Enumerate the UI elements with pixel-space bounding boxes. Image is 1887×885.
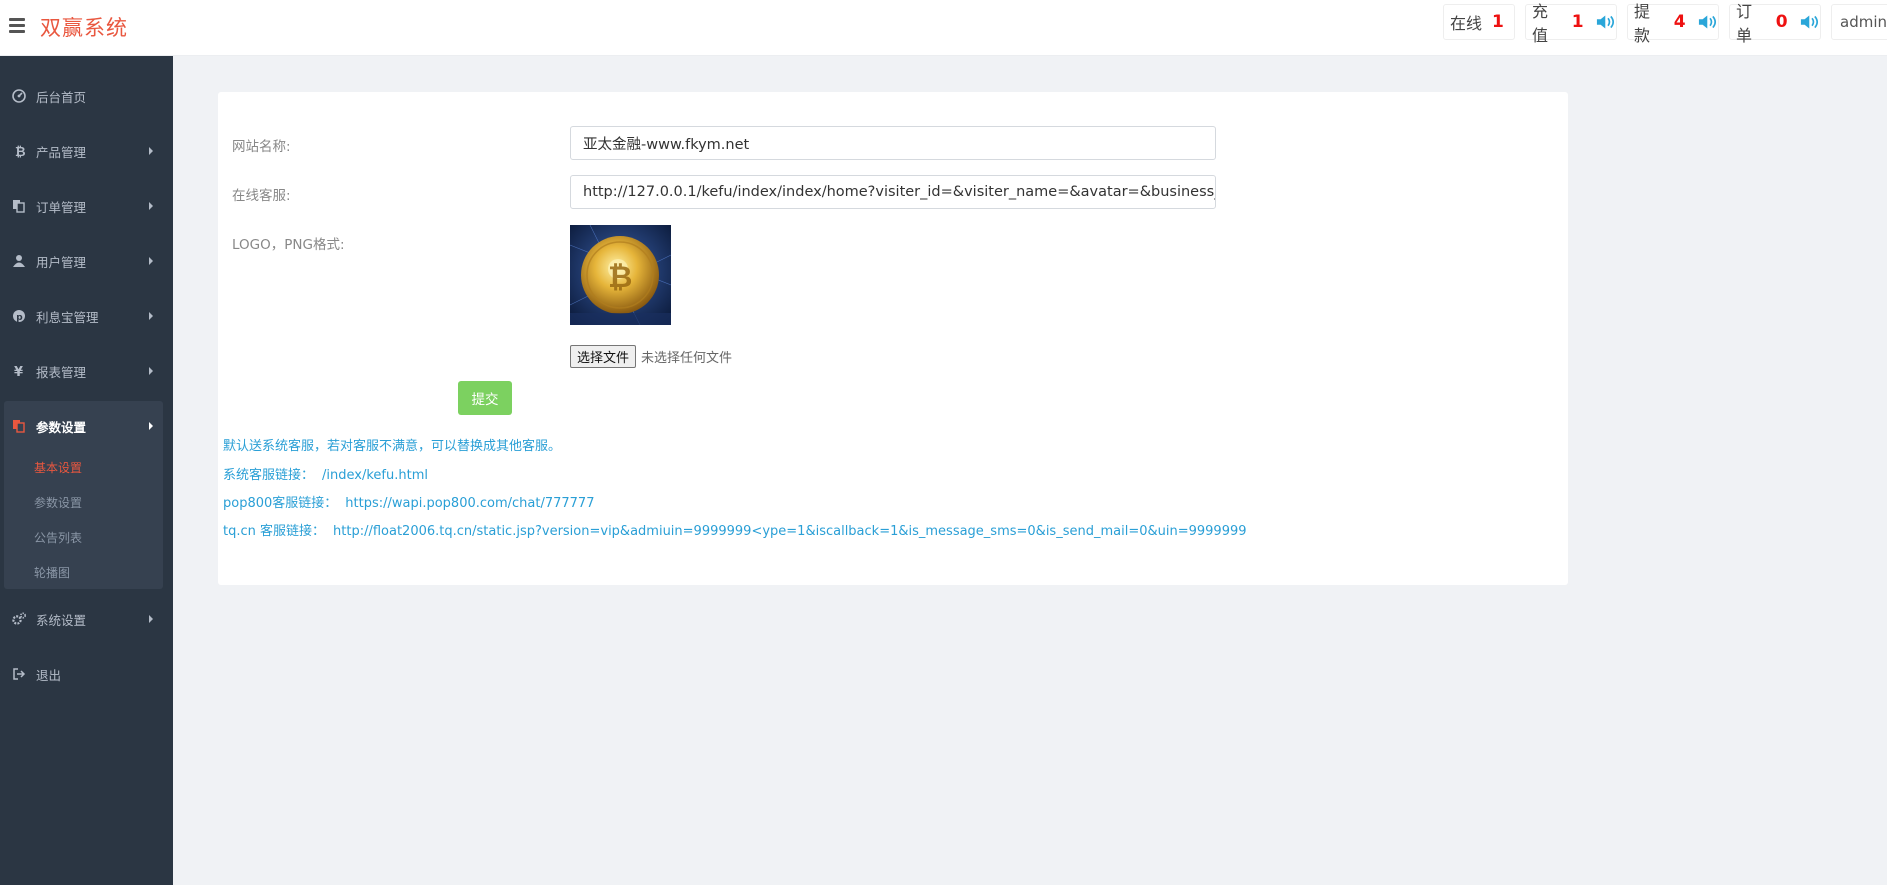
dashboard-icon — [12, 89, 26, 103]
caret-right-icon — [149, 257, 153, 265]
sidebar-item-label: 用户管理 — [36, 254, 87, 270]
pop800-label: pop800客服链接： — [223, 496, 338, 511]
sidebar-item-label: 退出 — [36, 667, 62, 683]
logo-label: LOGO，PNG格式: — [232, 237, 345, 253]
order-count: 0 — [1775, 12, 1788, 32]
bitcoin-icon: ₿ — [15, 145, 26, 158]
caret-right-icon — [149, 367, 153, 375]
site-name-value: 亚太金融-www.fkym.net — [583, 136, 750, 153]
sidebar-subitem-basic[interactable]: 基本设置 — [34, 459, 82, 476]
sidebar-item-label: 产品管理 — [36, 144, 87, 160]
sidebar-item-interest[interactable]: p 利息宝管理 — [0, 294, 173, 338]
caret-right-icon — [149, 202, 153, 210]
sidebar-item-logout[interactable]: 退出 — [0, 652, 173, 696]
user-menu[interactable]: admin ▼ — [1831, 4, 1887, 40]
speaker-icon[interactable] — [1698, 13, 1718, 31]
sidebar-subitem-params[interactable]: 参数设置 — [34, 494, 82, 511]
tqcn-label: tq.cn 客服链接： — [223, 524, 326, 539]
site-name-input[interactable]: 亚太金融-www.fkym.net — [570, 126, 1216, 160]
pop800-link[interactable]: https://wapi.pop800.com/chat/777777 — [345, 496, 594, 511]
sidebar-item-label: 利息宝管理 — [36, 309, 99, 325]
no-file-text: 未选择任何文件 — [641, 351, 733, 366]
pop800-note: pop800客服链接： https://wapi.pop800.com/chat/… — [223, 492, 594, 511]
logo-preview-image: ₿ — [570, 225, 671, 325]
pinterest-icon: p — [13, 310, 25, 323]
svg-text:¥: ¥ — [14, 365, 23, 378]
sidebar: 后台首页 ₿ 产品管理 订单管理 用户管理 p 利息宝管理 ¥ 报表管理 参数设… — [0, 56, 173, 885]
caret-right-icon — [149, 422, 153, 430]
recharge-label: 充值 — [1532, 2, 1549, 45]
sidebar-item-label: 系统设置 — [36, 612, 87, 628]
sidebar-item-label: 报表管理 — [36, 364, 87, 380]
sidebar-subitem-notices[interactable]: 公告列表 — [34, 529, 82, 546]
withdraw-counter[interactable]: 提款 4 — [1627, 2, 1719, 45]
settings-panel: 网站名称: 亚太金融-www.fkym.net 在线客服: http://127… — [218, 92, 1568, 585]
gears-icon — [12, 612, 26, 625]
svg-text:₿: ₿ — [608, 260, 632, 295]
speaker-icon[interactable] — [1596, 13, 1616, 31]
order-counter[interactable]: 订单 0 — [1729, 2, 1821, 45]
sidebar-item-system[interactable]: 系统设置 — [0, 597, 173, 641]
online-counter[interactable]: 在线 1 — [1443, 4, 1515, 40]
sidebar-item-orders[interactable]: 订单管理 — [0, 184, 173, 228]
file-picker: 选择文件 未选择任何文件 — [570, 345, 732, 368]
sidebar-item-label: 后台首页 — [36, 89, 87, 105]
caret-right-icon — [149, 147, 153, 155]
documents-icon — [13, 200, 25, 213]
withdraw-count: 4 — [1673, 12, 1686, 32]
speaker-icon[interactable] — [1800, 13, 1820, 31]
sidebar-item-settings[interactable]: 参数设置 — [0, 404, 173, 448]
sidebar-subitem-carousel[interactable]: 轮播图 — [34, 564, 70, 581]
system-service-link[interactable]: /index/kefu.html — [322, 468, 428, 483]
online-label: 在线 — [1450, 14, 1483, 33]
sidebar-item-label: 参数设置 — [36, 419, 87, 435]
yen-icon: ¥ — [14, 365, 23, 378]
svg-text:₿: ₿ — [15, 145, 26, 158]
caret-right-icon — [149, 615, 153, 623]
submit-button[interactable]: 提交 — [458, 381, 512, 415]
username: admin — [1840, 13, 1887, 31]
svg-text:p: p — [16, 313, 23, 323]
online-count: 1 — [1492, 12, 1504, 32]
sign-out-icon — [13, 668, 26, 680]
user-icon — [13, 255, 25, 267]
choose-file-button[interactable]: 选择文件 — [570, 345, 637, 368]
system-service-label: 系统客服链接： — [223, 468, 315, 483]
brand-title: 双赢系统 — [40, 16, 128, 40]
tqcn-link[interactable]: http://float2006.tq.cn/static.jsp?versio… — [333, 524, 1247, 539]
order-label: 订单 — [1736, 2, 1753, 45]
site-name-label: 网站名称: — [232, 139, 291, 155]
service-value: http://127.0.0.1/kefu/index/index/home?v… — [583, 184, 1216, 200]
service-label: 在线客服: — [232, 188, 291, 204]
documents-icon — [13, 420, 25, 433]
top-bar: 双赢系统 在线 1 充值 1 提款 4 订单 0 admin ▼ — [0, 0, 1887, 56]
service-note: 默认送系统客服，若对客服不满意，可以替换成其他客服。 — [223, 439, 562, 454]
sidebar-item-reports[interactable]: ¥ 报表管理 — [0, 349, 173, 393]
sidebar-item-label: 订单管理 — [36, 199, 87, 215]
tqcn-note: tq.cn 客服链接： http://float2006.tq.cn/static… — [223, 520, 1247, 539]
service-input[interactable]: http://127.0.0.1/kefu/index/index/home?v… — [570, 175, 1216, 209]
withdraw-label: 提款 — [1634, 2, 1651, 45]
sidebar-item-products[interactable]: ₿ 产品管理 — [0, 129, 173, 173]
sidebar-item-users[interactable]: 用户管理 — [0, 239, 173, 283]
recharge-count: 1 — [1571, 12, 1584, 32]
caret-right-icon — [149, 312, 153, 320]
sidebar-item-dashboard[interactable]: 后台首页 — [0, 74, 173, 118]
recharge-counter[interactable]: 充值 1 — [1525, 2, 1617, 45]
system-service-note: 系统客服链接： /index/kefu.html — [223, 464, 428, 483]
menu-toggle-icon[interactable] — [9, 18, 25, 34]
